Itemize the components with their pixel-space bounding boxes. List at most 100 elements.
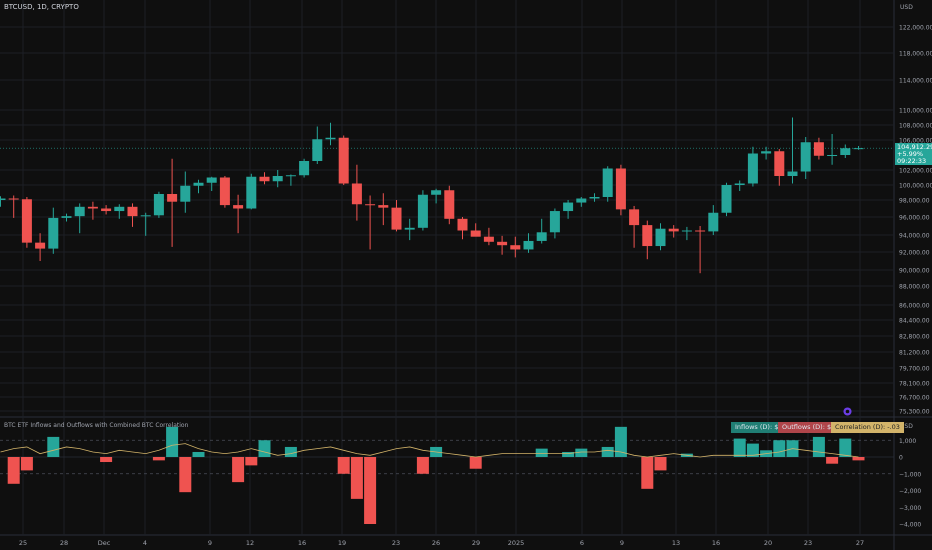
time-tick-label: 29 <box>472 539 480 547</box>
time-tick-label: Dec <box>98 539 111 547</box>
candle-body <box>840 148 851 155</box>
candle-body <box>853 148 864 150</box>
candle-body <box>21 199 32 243</box>
candle-body <box>602 168 613 197</box>
time-tick-label: 4 <box>143 539 147 547</box>
time-tick-label: 16 <box>298 539 306 547</box>
candle-body <box>180 185 191 202</box>
candle-body <box>351 183 362 205</box>
indicator-tick-label: 1,000 <box>899 438 916 445</box>
flow-bar <box>179 457 192 493</box>
candle-body <box>404 227 415 230</box>
candle-body <box>787 171 798 176</box>
price-tick-label: 82,800.00 <box>899 334 930 341</box>
candle-body <box>127 206 138 217</box>
flow-bar <box>826 457 839 464</box>
candle-body <box>114 206 125 212</box>
price-tick-label: 114,000.00 <box>899 78 932 85</box>
candle-body <box>272 176 283 182</box>
indicator-tick-label: −1,000 <box>899 471 921 478</box>
candle-body <box>312 139 323 161</box>
price-tick-label: 88,000.00 <box>899 284 930 291</box>
price-tick-label: 98,000.00 <box>899 198 930 205</box>
symbol-title[interactable]: BTCUSD, 1D, CRYPTO <box>4 3 79 11</box>
candle-body <box>681 230 692 232</box>
candle-body <box>417 194 428 228</box>
price-scale-currency[interactable]: USD <box>900 4 913 11</box>
candle-body <box>8 198 19 200</box>
flow-bar <box>7 457 20 484</box>
price-tick-label: 118,000.00 <box>899 51 932 58</box>
time-tick-label: 27 <box>856 539 864 547</box>
candle-body <box>338 137 349 184</box>
flow-bar <box>812 436 825 457</box>
indicator-tick-label: −2,000 <box>899 488 921 495</box>
candle-body <box>813 142 824 156</box>
candle-body <box>761 151 772 154</box>
time-tick-label: 6 <box>580 539 584 547</box>
candle-body <box>378 205 389 208</box>
flow-bar <box>535 448 548 457</box>
flow-bar <box>654 457 667 471</box>
flow-bar <box>641 457 654 489</box>
price-tick-label: 108,000.00 <box>899 123 932 130</box>
candle-body <box>61 216 72 218</box>
flow-bar <box>100 457 113 463</box>
candle-body <box>259 176 270 182</box>
candle-body <box>153 194 164 216</box>
price-tick-label: 94,000.00 <box>899 233 930 240</box>
flow-bar <box>232 457 245 483</box>
price-tick-label: 100,000.00 <box>899 183 932 190</box>
chart-canvas[interactable]: 122,000.00 118,000.00 114,000.00 110,000.00… <box>0 0 932 550</box>
candle-body <box>206 177 217 183</box>
last-price-badge: 104,912.29 +5.99% 09:22:33 <box>895 143 932 165</box>
price-tick-label: 84,400.00 <box>899 318 930 325</box>
indicator-tick-label: −4,000 <box>899 522 921 529</box>
candle-body <box>48 217 59 249</box>
price-tick-label: 102,000.00 <box>899 168 932 175</box>
time-tick-label: 13 <box>672 539 680 547</box>
indicator-tick-label: 0 <box>899 455 903 462</box>
candle-body <box>774 151 785 176</box>
candle-body <box>470 230 481 237</box>
candle-body <box>365 204 376 206</box>
candle-body <box>483 236 494 242</box>
tradingview-logo-icon[interactable] <box>843 407 852 416</box>
flow-bar <box>258 440 271 457</box>
time-tick-label: 16 <box>712 539 720 547</box>
candle-body <box>708 212 719 232</box>
candle-body <box>285 175 296 177</box>
candle-body <box>668 228 679 232</box>
candle-body <box>734 183 745 185</box>
candle-body <box>721 185 732 213</box>
price-tick-label: 79,700.00 <box>899 366 930 373</box>
candle-body <box>827 155 838 156</box>
time-tick-label: 25 <box>19 539 27 547</box>
indicator-title[interactable]: BTC ETF Inflows and Outflows with Combin… <box>4 422 188 429</box>
candle-body <box>549 211 560 233</box>
time-tick-label: 20 <box>764 539 772 547</box>
indicator-tick-label: −3,000 <box>899 505 921 512</box>
candle-body <box>299 161 310 176</box>
candle-body <box>193 182 204 186</box>
flow-bar <box>364 457 377 524</box>
candle-body <box>642 225 653 247</box>
candle-body <box>629 209 640 226</box>
flow-bar <box>47 436 60 457</box>
candle-body <box>655 228 666 247</box>
flow-bar <box>601 446 614 457</box>
flow-bar <box>166 426 179 457</box>
candle-body <box>800 142 811 172</box>
time-tick-label: 28 <box>60 539 68 547</box>
price-tick-label: 78,100.00 <box>899 381 930 388</box>
candle-body <box>457 218 468 231</box>
flow-bar <box>614 426 627 457</box>
candle-body <box>497 241 508 246</box>
candle-body <box>576 198 587 203</box>
chart-background <box>0 0 932 550</box>
price-tick-label: 96,000.00 <box>899 215 930 222</box>
time-tick-label: 12 <box>246 539 254 547</box>
candle-body <box>431 190 442 195</box>
candle-body <box>523 240 534 250</box>
candle-body <box>0 198 6 200</box>
